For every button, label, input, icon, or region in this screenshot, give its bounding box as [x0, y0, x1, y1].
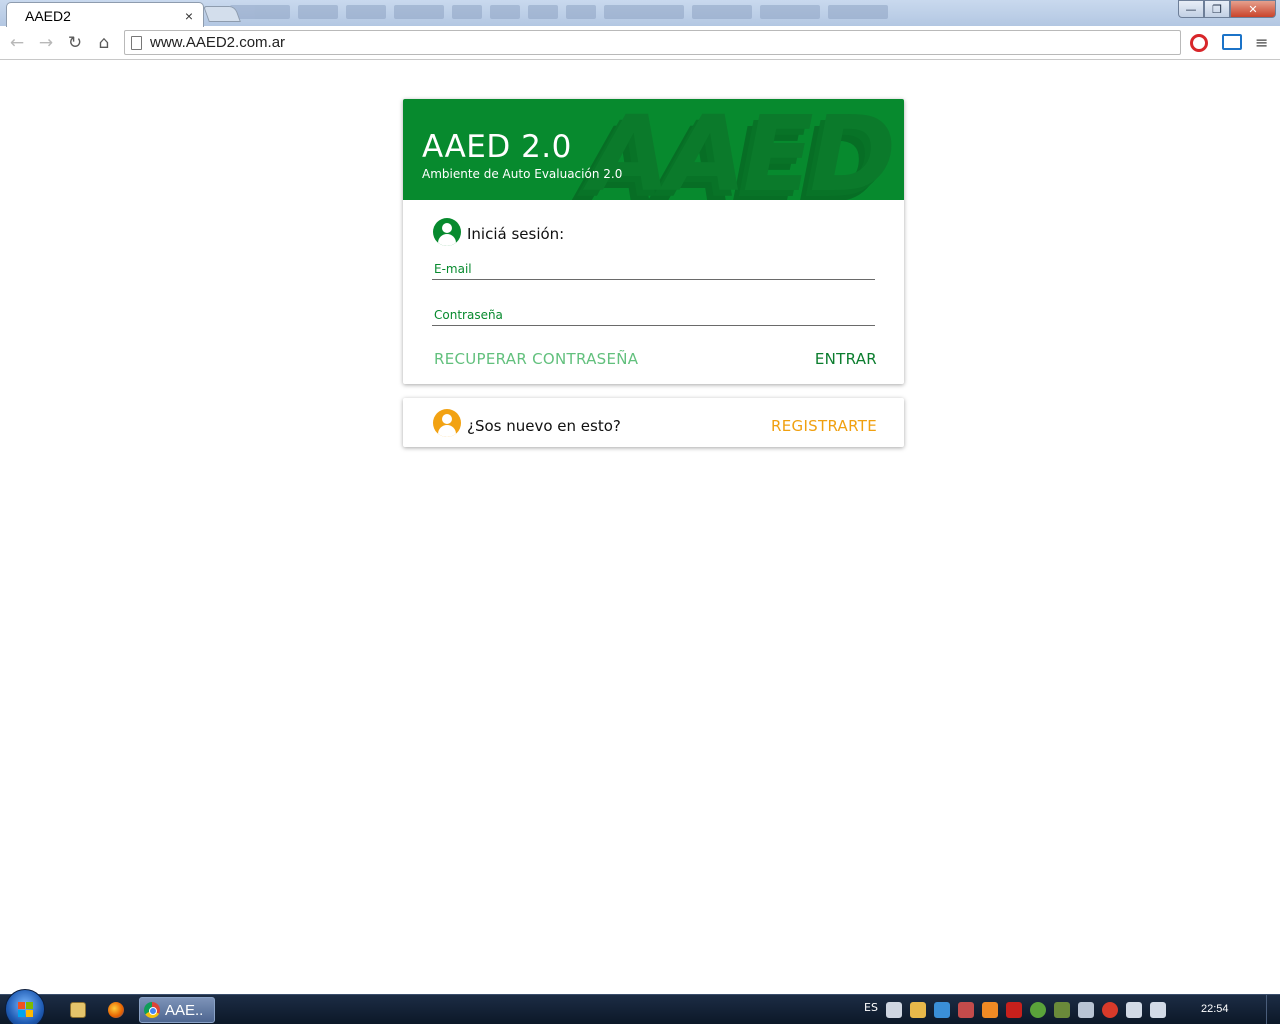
browser-toolbar: ← → ↻ ⌂ www.AAED2.com.ar ≡ — [0, 27, 1280, 60]
utorrent-icon[interactable] — [1030, 1002, 1046, 1018]
chrome-icon — [144, 1002, 160, 1018]
system-tray — [886, 1002, 1166, 1018]
header-logo-watermark: AAED — [589, 99, 896, 200]
page-icon — [131, 35, 142, 50]
network-icon[interactable] — [1126, 1002, 1142, 1018]
tab-title: AAED2 — [25, 7, 71, 24]
enter-button[interactable]: ENTRAR — [815, 350, 877, 368]
cast-extension-icon[interactable] — [1222, 34, 1242, 50]
acrobat-icon[interactable] — [1006, 1002, 1022, 1018]
opera-tray-icon[interactable] — [1102, 1002, 1118, 1018]
email-field[interactable] — [432, 260, 875, 278]
taskbar-chrome-window[interactable]: AAE.. — [139, 997, 215, 1023]
app-subtitle: Ambiente de Auto Evaluación 2.0 — [422, 167, 623, 181]
tray-app-icon[interactable] — [910, 1002, 926, 1018]
recover-password-link[interactable]: RECUPERAR CONTRASEÑA — [434, 350, 638, 368]
home-icon[interactable]: ⌂ — [93, 33, 115, 53]
password-field[interactable] — [432, 306, 875, 324]
minimize-button[interactable]: — — [1178, 0, 1204, 18]
close-window-button[interactable]: ✕ — [1230, 0, 1276, 18]
password-underline — [432, 325, 875, 326]
signin-heading: Iniciá sesión: — [467, 225, 565, 243]
browser-tab[interactable]: AAED2 × — [6, 2, 204, 28]
java-update-icon[interactable] — [982, 1002, 998, 1018]
window-controls: — ❐ ✕ — [1178, 0, 1276, 18]
register-button[interactable]: REGISTRARTE — [771, 417, 877, 435]
window-titlebar: AAED2 × — ❐ ✕ — [0, 0, 1280, 28]
new-tab-button[interactable] — [203, 6, 241, 22]
language-indicator[interactable]: ES — [864, 1001, 878, 1014]
new-user-avatar-icon — [433, 409, 461, 437]
register-card: ¿Sos nuevo en esto? REGISTRARTE — [403, 398, 904, 447]
show-desktop-button[interactable] — [1266, 995, 1280, 1024]
forward-arrow-icon[interactable]: → — [35, 33, 57, 53]
windows-flag-icon — [18, 1002, 34, 1018]
login-card-header: AAED AAED 2.0 Ambiente de Auto Evaluació… — [403, 99, 904, 200]
clock[interactable]: 22:54 — [1201, 1003, 1229, 1015]
volume-icon[interactable] — [1150, 1002, 1166, 1018]
taskbar-task-label: AAE.. — [165, 1001, 204, 1019]
tab-close-icon[interactable]: × — [185, 8, 193, 24]
dropbox-icon[interactable] — [934, 1002, 950, 1018]
reload-icon[interactable]: ↻ — [64, 33, 86, 53]
safely-remove-icon[interactable] — [1054, 1002, 1070, 1018]
login-card: AAED AAED 2.0 Ambiente de Auto Evaluació… — [403, 99, 904, 384]
file-explorer-icon[interactable] — [70, 1002, 86, 1018]
keyboard-icon[interactable] — [886, 1002, 902, 1018]
address-bar[interactable]: www.AAED2.com.ar — [124, 30, 1181, 55]
taskbar: AAE.. ES 22:54 — [0, 989, 1280, 1024]
register-prompt: ¿Sos nuevo en esto? — [467, 417, 621, 435]
back-arrow-icon[interactable]: ← — [6, 33, 28, 53]
browser-menu-icon[interactable]: ≡ — [1255, 33, 1268, 52]
address-url[interactable]: www.AAED2.com.ar — [150, 34, 285, 51]
action-center-icon[interactable] — [1078, 1002, 1094, 1018]
tray-network-app-icon[interactable] — [958, 1002, 974, 1018]
opera-extension-icon[interactable] — [1190, 34, 1208, 52]
user-avatar-icon — [433, 218, 461, 246]
app-title: AAED 2.0 — [422, 129, 572, 165]
firefox-icon[interactable] — [108, 1002, 124, 1018]
titlebar-background-ghost — [230, 5, 1100, 23]
maximize-button[interactable]: ❐ — [1204, 0, 1230, 18]
start-button[interactable] — [5, 989, 45, 1024]
email-underline — [432, 279, 875, 280]
